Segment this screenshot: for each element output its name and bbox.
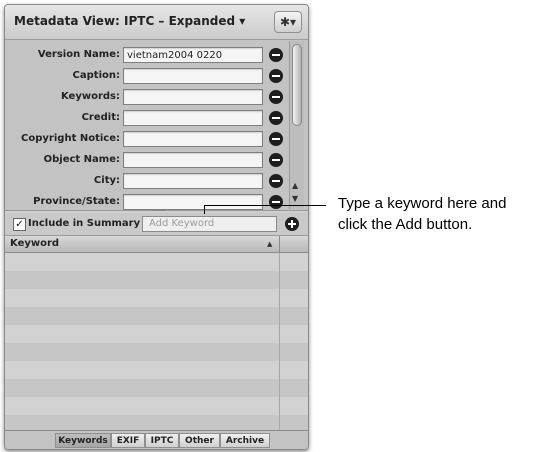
- keyword-column-header[interactable]: Keyword: [10, 238, 59, 249]
- table-row[interactable]: [5, 325, 308, 343]
- remove-field-icon[interactable]: [269, 111, 283, 125]
- tab-archive[interactable]: Archive: [220, 433, 270, 448]
- copyright-notice-field[interactable]: [123, 131, 263, 147]
- remove-field-icon[interactable]: [269, 195, 283, 209]
- callout-pointer: [204, 205, 205, 214]
- field-row-version-name: Version Name: vietnam2004 0220: [5, 46, 289, 66]
- keyword-table-body[interactable]: [5, 253, 308, 433]
- field-label: Version Name:: [37, 49, 120, 60]
- field-label: Province/State:: [33, 196, 120, 207]
- fields-scrollbar[interactable]: ▲ ▼: [289, 41, 304, 209]
- field-label: Caption:: [72, 70, 120, 81]
- tab-iptc[interactable]: IPTC: [145, 433, 179, 448]
- scrollbar-thumb[interactable]: [292, 44, 302, 126]
- table-row[interactable]: [5, 271, 308, 289]
- column-divider: [279, 236, 280, 252]
- callout-line: [204, 205, 326, 206]
- keyword-table-header[interactable]: Keyword ▲: [5, 236, 308, 253]
- keyword-entry-bar: ✓ Include in Summary Add Keyword: [5, 213, 308, 236]
- tab-exif[interactable]: EXIF: [111, 433, 145, 448]
- iptc-fields-area: Version Name: vietnam2004 0220 Caption: …: [5, 40, 308, 211]
- field-label: City:: [93, 175, 120, 186]
- tab-bar: Keywords EXIF IPTC Other Archive: [5, 430, 308, 449]
- table-row[interactable]: [5, 289, 308, 307]
- field-row-city: City:: [5, 172, 289, 192]
- field-row-province-state: Province/State:: [5, 193, 289, 213]
- remove-field-icon[interactable]: [269, 153, 283, 167]
- include-in-summary-label: Include in Summary: [28, 218, 141, 229]
- sort-ascending-icon: ▲: [267, 240, 273, 248]
- scroll-up-icon[interactable]: ▲: [292, 181, 298, 190]
- tab-keywords[interactable]: Keywords: [55, 433, 111, 448]
- province-state-field[interactable]: [123, 194, 263, 210]
- version-name-field[interactable]: vietnam2004 0220: [123, 47, 263, 63]
- scroll-down-icon[interactable]: ▼: [292, 194, 298, 203]
- remove-field-icon[interactable]: [269, 90, 283, 104]
- callout-line-2: click the Add button.: [338, 216, 473, 233]
- table-row[interactable]: [5, 307, 308, 325]
- field-row-keywords: Keywords:: [5, 88, 289, 108]
- add-keyword-input[interactable]: Add Keyword: [142, 216, 277, 232]
- add-keyword-icon[interactable]: [285, 217, 299, 231]
- callout-line-1: Type a keyword here and: [338, 195, 507, 212]
- field-label: Copyright Notice:: [21, 133, 120, 144]
- table-row[interactable]: [5, 397, 308, 415]
- callout-text: Type a keyword here and click the Add bu…: [338, 193, 506, 235]
- keywords-field[interactable]: [123, 89, 263, 105]
- city-field[interactable]: [123, 173, 263, 189]
- object-name-field[interactable]: [123, 152, 263, 168]
- field-label: Credit:: [81, 112, 120, 123]
- caption-field[interactable]: [123, 68, 263, 84]
- credit-field[interactable]: [123, 110, 263, 126]
- tab-other[interactable]: Other: [179, 433, 220, 448]
- metadata-panel: Metadata View: IPTC – Expanded ▾ ✱▾ Vers…: [4, 4, 309, 450]
- remove-field-icon[interactable]: [269, 69, 283, 83]
- field-label: Keywords:: [60, 91, 120, 102]
- table-row[interactable]: [5, 361, 308, 379]
- table-row[interactable]: [5, 379, 308, 397]
- remove-field-icon[interactable]: [269, 132, 283, 146]
- field-row-object-name: Object Name:: [5, 151, 289, 171]
- field-row-caption: Caption:: [5, 67, 289, 87]
- field-row-credit: Credit:: [5, 109, 289, 129]
- gear-icon[interactable]: ✱▾: [274, 11, 302, 33]
- panel-header: Metadata View: IPTC – Expanded ▾ ✱▾: [5, 5, 308, 40]
- include-in-summary-checkbox[interactable]: ✓: [13, 218, 26, 231]
- remove-field-icon[interactable]: [269, 48, 283, 62]
- column-divider: [279, 253, 280, 431]
- table-row[interactable]: [5, 253, 308, 271]
- remove-field-icon[interactable]: [269, 174, 283, 188]
- field-row-copyright-notice: Copyright Notice:: [5, 130, 289, 150]
- table-row[interactable]: [5, 343, 308, 361]
- metadata-view-popup[interactable]: Metadata View: IPTC – Expanded ▾: [14, 14, 245, 28]
- field-label: Object Name:: [43, 154, 120, 165]
